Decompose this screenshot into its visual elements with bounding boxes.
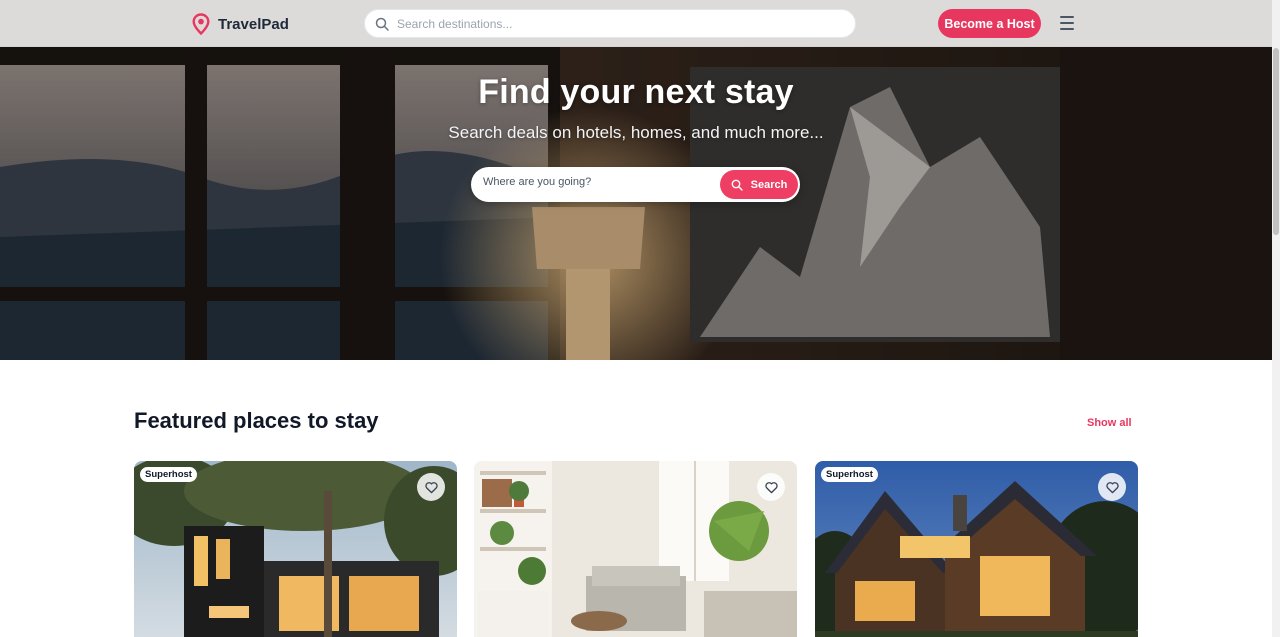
featured-card[interactable] [474, 461, 797, 637]
featured-card[interactable]: Superhost [815, 461, 1138, 637]
hero-banner: Find your next stay Search deals on hote… [0, 47, 1272, 360]
favorite-button[interactable] [1098, 473, 1126, 501]
favorite-button[interactable] [417, 473, 445, 501]
show-all-link[interactable]: Show all [1087, 417, 1132, 429]
hero-subtitle: Search deals on hotels, homes, and much … [448, 123, 824, 142]
heart-icon [424, 481, 438, 493]
listing-photo [134, 461, 457, 637]
destination-search-input[interactable] [397, 16, 837, 31]
search-icon [375, 17, 389, 31]
where-going-input[interactable] [483, 176, 713, 188]
scrollbar-thumb[interactable] [1273, 48, 1279, 235]
featured-section-title: Featured places to stay [134, 408, 379, 433]
hero-search-button[interactable]: Search [720, 170, 798, 199]
favorite-button[interactable] [757, 473, 785, 501]
destination-search-bar[interactable] [364, 9, 856, 38]
hero-search-bar[interactable]: Search [471, 167, 800, 202]
heart-icon [1105, 481, 1119, 493]
menu-icon[interactable] [1058, 15, 1076, 31]
top-navigation-bar: TravelPad Become a Host [0, 0, 1272, 47]
superhost-badge: Superhost [821, 467, 878, 482]
become-host-button[interactable]: Become a Host [938, 9, 1041, 38]
brand-logo[interactable]: TravelPad [192, 13, 289, 35]
map-pin-icon [192, 13, 210, 35]
featured-card[interactable]: Superhost [134, 461, 457, 637]
page-scrollbar[interactable] [1272, 0, 1280, 637]
search-icon [731, 179, 743, 191]
hero-title: Find your next stay [478, 73, 794, 111]
superhost-badge: Superhost [140, 467, 197, 482]
brand-name: TravelPad [218, 15, 289, 33]
listing-photo [474, 461, 797, 637]
hero-search-button-label: Search [750, 178, 788, 191]
listing-photo [815, 461, 1138, 637]
heart-icon [764, 481, 778, 493]
